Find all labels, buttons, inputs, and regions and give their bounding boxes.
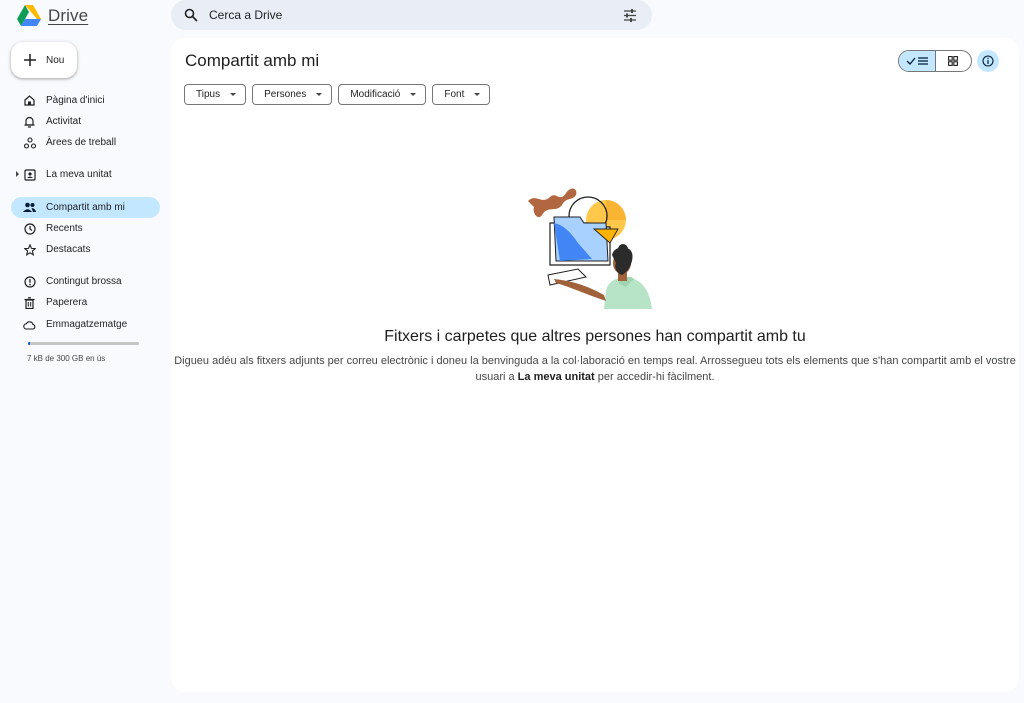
sidebar-item-label: Activitat [46, 116, 82, 127]
search-icon[interactable] [183, 7, 199, 23]
shared-files-illustration [528, 188, 652, 309]
app-name: Drive [48, 6, 89, 25]
drive-logo-icon [17, 5, 41, 26]
sidebar-item-spam[interactable]: Contingut brossa [11, 271, 160, 292]
sidebar-item-starred[interactable]: Destacats [11, 239, 160, 260]
search-bar[interactable]: Cerca a Drive [171, 0, 652, 30]
filter-type[interactable]: Tipus [184, 84, 247, 105]
search-input[interactable]: Cerca a Drive [209, 8, 622, 22]
dropdown-arrow-icon [316, 93, 323, 96]
workspaces-icon [23, 136, 36, 149]
sidebar-item-label: Pàgina d'inici [46, 95, 105, 106]
page-title: Compartit amb mi [185, 51, 320, 70]
dropdown-arrow-icon [410, 93, 417, 96]
filter-label: Font [444, 89, 465, 100]
list-view-button[interactable] [899, 51, 936, 71]
my-drive-emphasis: La meva unitat [517, 371, 595, 383]
sidebar-item-activity[interactable]: Activitat [11, 111, 160, 132]
grid-view-button[interactable] [936, 51, 972, 71]
filter-label: Tipus [196, 89, 221, 100]
main-panel: Compartit amb mi Tipus Persones Modifica… [171, 38, 1019, 692]
tune-icon[interactable] [622, 7, 638, 23]
sidebar-item-label: Compartit amb mi [46, 202, 125, 213]
sidebar-item-shared-with-me[interactable]: Compartit amb mi [11, 197, 160, 218]
grid-view-icon [948, 56, 959, 66]
new-button-label: Nou [46, 54, 65, 66]
check-icon [906, 57, 916, 65]
sidebar-item-label: La meva unitat [46, 169, 112, 180]
empty-state-text-end: per accedir-hi fàcilment. [594, 371, 715, 383]
sidebar-item-workspaces[interactable]: Àrees de treball [11, 132, 160, 153]
sidebar-item-storage[interactable]: Emmagatzematge [11, 314, 160, 335]
plus-icon [24, 54, 36, 66]
bell-icon [23, 115, 36, 128]
drive-logo[interactable]: Drive [17, 4, 88, 28]
filter-modified[interactable]: Modificació [338, 84, 427, 105]
filter-label: Modificació [350, 89, 401, 100]
filter-source[interactable]: Font [432, 84, 491, 105]
dropdown-arrow-icon [230, 93, 237, 96]
storage-bar-fill [28, 342, 30, 345]
sidebar-item-label: Paperera [46, 297, 88, 308]
sidebar-item-label: Destacats [46, 244, 91, 255]
home-icon [23, 94, 36, 107]
sidebar-item-label: Recents [46, 223, 83, 234]
sidebar-item-label: Emmagatzematge [46, 319, 128, 330]
sidebar-item-home[interactable]: Pàgina d'inici [11, 90, 160, 111]
view-toggle[interactable] [898, 50, 972, 72]
new-button[interactable]: Nou [11, 42, 77, 78]
dropdown-arrow-icon [474, 93, 481, 96]
list-view-icon [917, 57, 928, 65]
drive-app: Drive Cerca a Drive Nou Pàgina d'inici A… [0, 0, 1024, 703]
sidebar-item-my-drive[interactable]: La meva unitat [11, 164, 160, 185]
info-button[interactable] [977, 50, 999, 72]
sidebar-item-recent[interactable]: Recents [11, 218, 160, 239]
empty-state-description: Digueu adéu als fitxers adjunts per corr… [171, 353, 1019, 385]
my-drive-icon [23, 168, 36, 181]
filter-people[interactable]: Persones [252, 84, 333, 105]
filter-chips: Tipus Persones Modificació Font [184, 84, 491, 105]
empty-state-title: Fitxers i carpetes que altres persones h… [384, 328, 806, 345]
storage-usage-text: 7 kB de 300 GB en ús [27, 354, 106, 363]
cloud-icon [23, 318, 36, 331]
people-icon [23, 201, 36, 214]
info-icon [982, 55, 994, 67]
expand-caret-icon[interactable] [16, 171, 19, 177]
star-icon [23, 243, 36, 256]
spam-icon [23, 275, 36, 288]
trash-icon [23, 296, 36, 309]
clock-icon [23, 222, 36, 235]
sidebar-item-trash[interactable]: Paperera [11, 292, 160, 313]
storage-bar [28, 342, 139, 345]
sidebar-item-label: Contingut brossa [46, 276, 122, 287]
sidebar-item-label: Àrees de treball [46, 137, 117, 148]
filter-label: Persones [264, 89, 307, 100]
